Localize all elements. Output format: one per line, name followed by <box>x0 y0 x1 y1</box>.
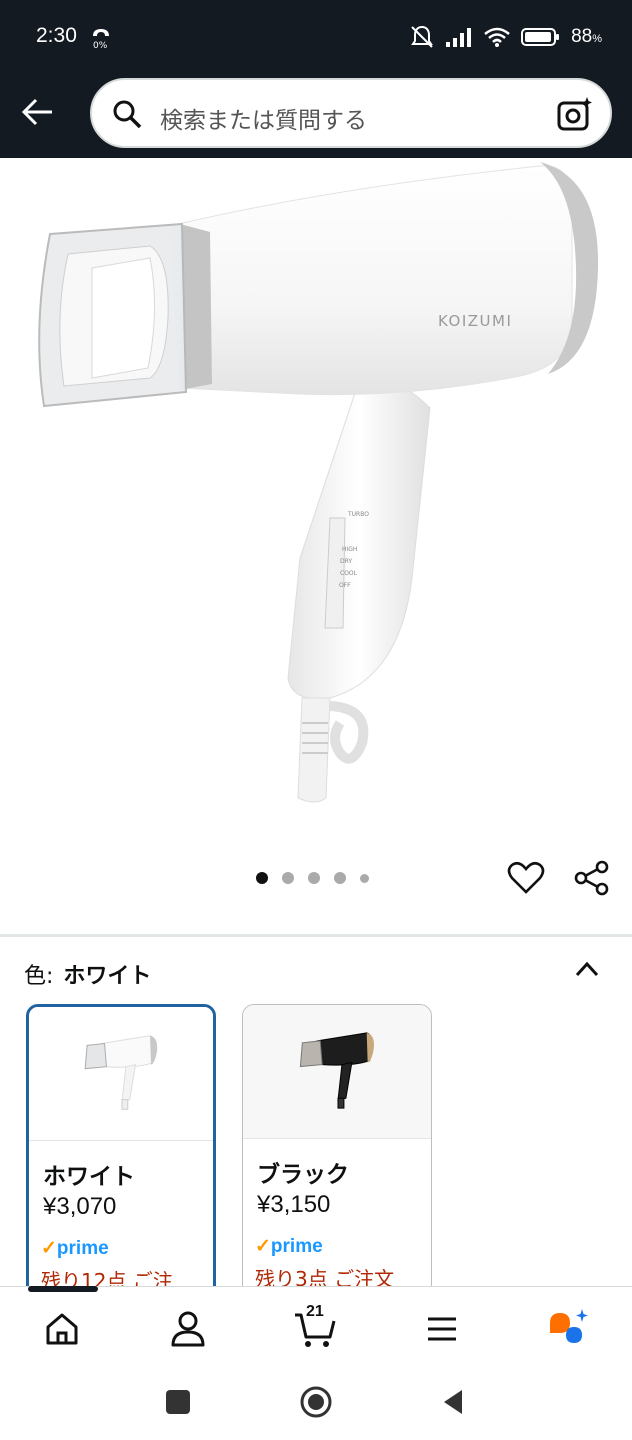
color-selector-label: 色: ホワイト <box>24 958 151 990</box>
carousel-dot[interactable] <box>308 872 320 884</box>
variant-price: ¥3,070 <box>43 1193 117 1220</box>
image-carousel-dots[interactable] <box>256 872 369 884</box>
account-icon[interactable] <box>166 1307 210 1351</box>
status-time: 2:30 <box>36 24 77 47</box>
search-header: 検索または質問する <box>0 78 632 158</box>
bottom-nav-bar: 21 <box>0 1286 632 1370</box>
variant-card-black[interactable]: ブラック ¥3,150 ✓prime 残り3点 ご注文 <box>242 1004 432 1304</box>
battery-percent: 88% <box>571 26 602 47</box>
back-triangle-icon[interactable] <box>436 1384 472 1420</box>
selected-color: ホワイト <box>63 964 152 989</box>
share-icon[interactable] <box>572 858 612 898</box>
rufus-assistant-icon[interactable] <box>546 1307 590 1351</box>
product-image[interactable]: TURBO HIGH DRY COOL OFF KOIZUMI <box>0 158 632 858</box>
carousel-dot[interactable] <box>334 872 346 884</box>
search-input[interactable]: 検索または質問する <box>160 101 367 135</box>
camera-lens-icon[interactable] <box>556 95 594 133</box>
recent-apps-icon[interactable] <box>160 1384 196 1420</box>
variant-name: ホワイト <box>43 1164 135 1190</box>
svg-text:TURBO: TURBO <box>347 511 369 518</box>
product-brand-logo: KOIZUMI <box>438 312 512 330</box>
prime-check-icon: ✓ <box>255 1236 271 1257</box>
prime-badge: ✓prime <box>41 1238 109 1259</box>
variant-price: ¥3,150 <box>257 1191 331 1218</box>
color-label: 色: <box>24 964 54 989</box>
svg-text:COOL: COOL <box>340 570 358 577</box>
carousel-dot[interactable] <box>360 873 369 883</box>
prime-check-icon: ✓ <box>41 1238 57 1259</box>
home-circle-icon[interactable] <box>298 1384 334 1420</box>
variant-name: ブラック <box>257 1162 349 1188</box>
carousel-dot[interactable] <box>282 872 294 884</box>
search-icon <box>113 100 142 129</box>
variant-card-white[interactable]: ホワイト ¥3,070 ✓prime 残り12点 ご注 <box>26 1004 216 1304</box>
data-speed-text: 0% <box>93 41 108 50</box>
chevron-up-icon[interactable] <box>572 956 602 982</box>
wifi-icon <box>484 27 510 47</box>
prime-badge: ✓prime <box>255 1236 323 1257</box>
section-divider <box>0 934 632 937</box>
bell-off-icon <box>411 25 433 48</box>
search-bar[interactable]: 検索または質問する <box>90 78 612 148</box>
home-indicator <box>28 1286 98 1292</box>
status-bar: 2:30 0% 88% <box>0 0 632 78</box>
menu-icon[interactable] <box>420 1307 464 1351</box>
battery-icon <box>521 28 560 46</box>
svg-text:OFF: OFF <box>339 582 351 589</box>
heart-icon[interactable] <box>506 858 546 898</box>
cart-count: 21 <box>306 1303 324 1320</box>
home-icon[interactable] <box>40 1307 84 1351</box>
carousel-dot[interactable] <box>256 872 268 884</box>
back-arrow-icon[interactable] <box>18 92 58 132</box>
variant-thumbnail <box>243 1005 431 1139</box>
cart-button[interactable]: 21 <box>292 1303 336 1351</box>
svg-text:HIGH: HIGH <box>342 546 357 553</box>
variant-thumbnail <box>29 1007 213 1141</box>
system-nav-bar <box>0 1370 632 1440</box>
svg-text:DRY: DRY <box>340 558 352 565</box>
signal-icon <box>446 28 472 47</box>
data-saver-icon: 0% <box>93 29 109 50</box>
